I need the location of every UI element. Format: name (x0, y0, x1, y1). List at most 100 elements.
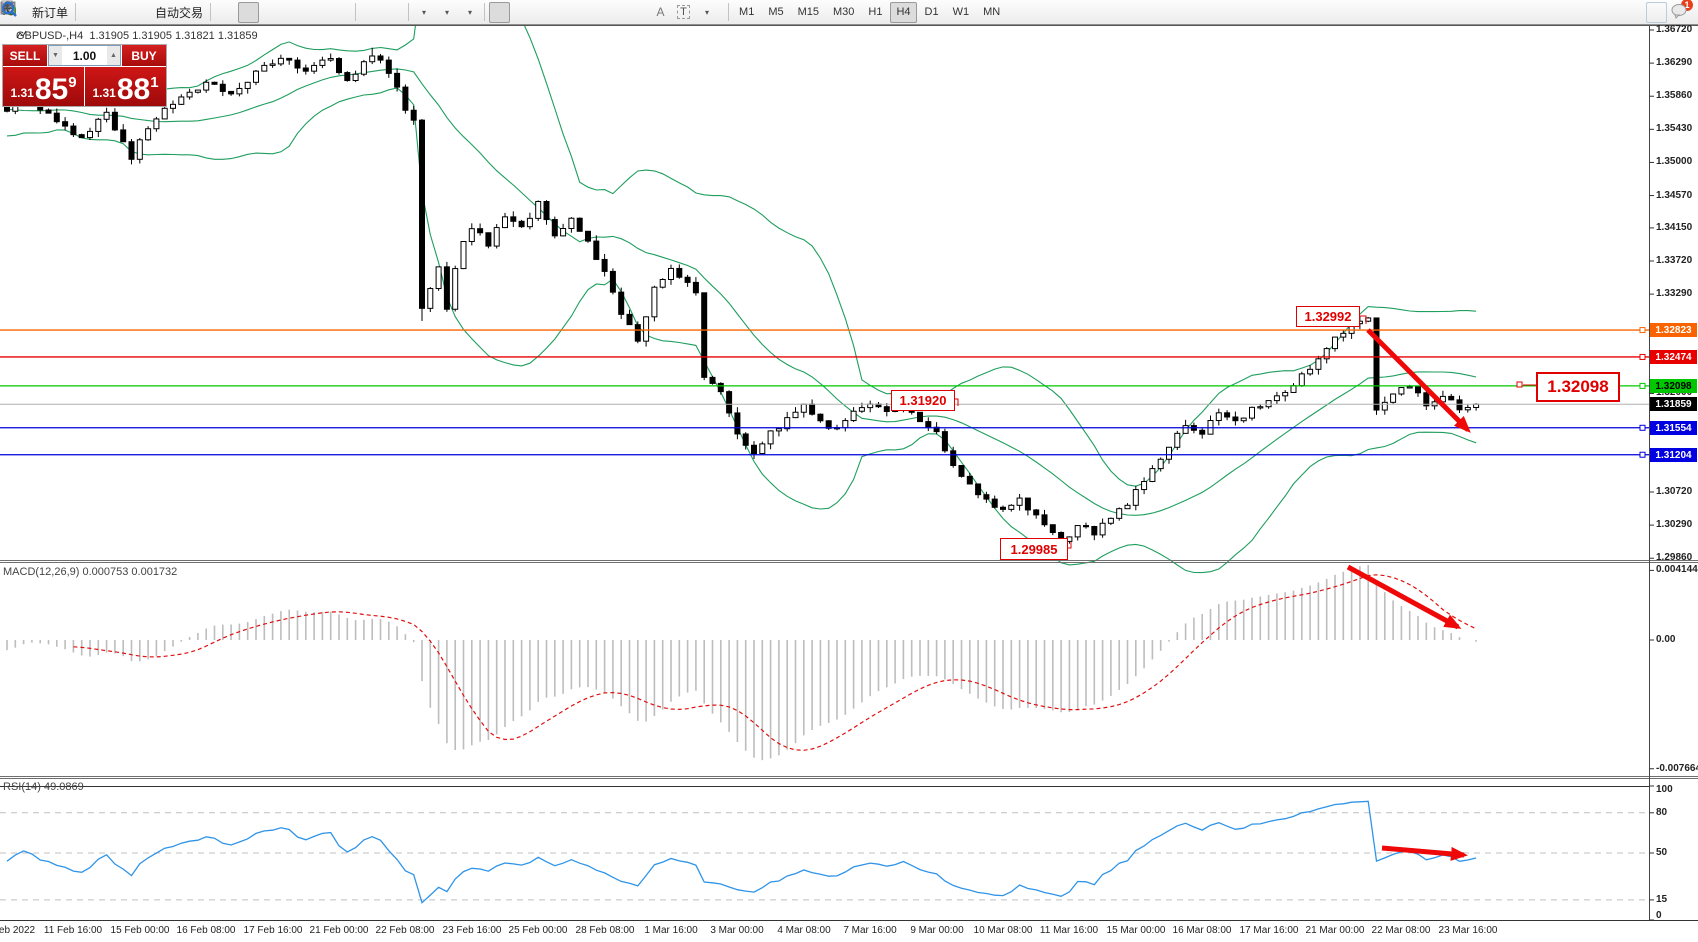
candle-body (967, 476, 972, 484)
time-tick-label: 3 Mar 00:00 (710, 925, 763, 936)
candle-body (1042, 515, 1047, 525)
auto-scroll-button[interactable] (360, 2, 381, 23)
candle-body (511, 217, 516, 221)
price-tick-label: 1.34150 (1656, 222, 1692, 233)
candle-body (1266, 401, 1271, 407)
toolbar: 新订单 自动交易 ▾ ▾ ▾ E F A T ▾ M (0, 0, 1698, 25)
tf-h4-button[interactable]: H4 (890, 2, 916, 23)
trend-arrow[interactable] (1348, 567, 1458, 627)
vline-button[interactable] (535, 2, 556, 23)
sell-price-prefix: 1.31 (10, 86, 33, 100)
line-anchor-marker[interactable] (1640, 328, 1645, 333)
candle-body (810, 404, 815, 414)
search-icon[interactable] (1646, 2, 1667, 23)
candle-body (801, 404, 806, 412)
callout-anchor-marker[interactable] (1517, 382, 1522, 387)
templates-button[interactable]: ▾ (459, 2, 480, 23)
tf-w1-button[interactable]: W1 (947, 2, 976, 23)
candle-body (627, 314, 632, 324)
price-callout-high[interactable]: 1.32992 (1296, 306, 1360, 327)
sell-button[interactable]: SELL (3, 45, 47, 66)
shapes-button[interactable]: ▾ (696, 2, 717, 23)
candle-body (992, 499, 997, 507)
candle-body (112, 112, 117, 130)
candle-body (1274, 396, 1279, 401)
bar-chart-button[interactable] (215, 2, 236, 23)
label-button[interactable]: T (673, 2, 694, 23)
rsi-tick-label: 100 (1656, 784, 1673, 795)
chart-shift-button[interactable] (383, 2, 404, 23)
price-tick-label: 1.35860 (1656, 90, 1692, 101)
candle-body (453, 269, 458, 310)
candle-body (71, 126, 76, 135)
hline-button[interactable] (558, 2, 579, 23)
tf-m15-button[interactable]: M15 (792, 2, 825, 23)
line-chart-button[interactable] (261, 2, 282, 23)
volume-down-icon[interactable]: ▼ (49, 46, 62, 65)
tf-d1-button[interactable]: D1 (919, 2, 945, 23)
buy-price-button[interactable]: 1.31 88 1 (85, 67, 166, 106)
zoom-out-button[interactable] (307, 2, 328, 23)
notifications-icon[interactable]: 1 (1669, 2, 1690, 23)
channel-button[interactable]: E (604, 2, 625, 23)
candle-body (1341, 333, 1346, 337)
tile-windows-button[interactable] (330, 2, 351, 23)
candle-body (793, 412, 798, 417)
time-tick-label: 11 Feb 16:00 (44, 925, 102, 936)
fibonacci-button[interactable]: F (627, 2, 648, 23)
candle-body (710, 377, 715, 383)
crosshair-button[interactable] (512, 2, 533, 23)
tf-m1-button[interactable]: M1 (733, 2, 760, 23)
line-anchor-marker[interactable] (1640, 383, 1645, 388)
cursor-button[interactable] (489, 2, 510, 23)
price-callout-mid[interactable]: 1.31920 (891, 390, 955, 411)
price-callout-low[interactable]: 1.29985 (1000, 538, 1068, 560)
trendline-button[interactable] (581, 2, 602, 23)
price-callout-current[interactable]: 1.32098 (1536, 372, 1620, 402)
autotrade-button[interactable]: 自动交易 (149, 2, 206, 23)
candle-body (428, 289, 433, 309)
toolbar-separator (484, 3, 485, 21)
buy-button[interactable]: BUY (122, 45, 166, 66)
line-anchor-marker[interactable] (1640, 354, 1645, 359)
sell-price-button[interactable]: 1.31 85 9 (3, 67, 84, 106)
rsi-label: RSI(14) 49.0869 (3, 781, 84, 793)
candle-body (179, 97, 184, 104)
line-anchor-marker[interactable] (1640, 452, 1645, 457)
volume-stepper: ▼ 1.00 ▲ (48, 45, 121, 66)
candle-body (212, 82, 217, 84)
candle-body (195, 90, 200, 92)
zoom-in-button[interactable] (284, 2, 305, 23)
indicators-button[interactable]: ▾ (413, 2, 434, 23)
signal-icon[interactable] (126, 2, 147, 23)
candle-body (337, 59, 342, 73)
periods-button[interactable]: ▾ (436, 2, 457, 23)
macd-tick-label: 0.004144 (1656, 564, 1698, 575)
text-button[interactable]: A (650, 2, 671, 23)
candle-body (652, 287, 657, 317)
terminal-icon[interactable] (103, 2, 124, 23)
candle-body (586, 231, 591, 241)
line-anchor-marker[interactable] (1640, 425, 1645, 430)
candle-body (544, 202, 549, 220)
candle-body (444, 267, 449, 309)
candle-body (1084, 526, 1089, 527)
candle-body (536, 202, 541, 219)
tf-h1-button[interactable]: H1 (862, 2, 888, 23)
candle-body (1025, 498, 1030, 510)
candle-body (644, 317, 649, 341)
tf-m5-button[interactable]: M5 (762, 2, 789, 23)
candle-body (743, 434, 748, 445)
tf-m30-button[interactable]: M30 (827, 2, 860, 23)
chart-canvas[interactable] (0, 0, 1698, 942)
favorites-icon[interactable] (80, 2, 101, 23)
volume-input[interactable]: 1.00 (62, 46, 107, 65)
new-order-button[interactable]: 新订单 (26, 2, 71, 23)
volume-up-icon[interactable]: ▲ (107, 46, 120, 65)
trend-arrow[interactable] (1368, 330, 1468, 430)
candle-body (785, 418, 790, 429)
tf-mn-button[interactable]: MN (977, 2, 1006, 23)
price-tick-label: 1.36720 (1656, 24, 1692, 35)
candlestick-chart-button[interactable] (238, 2, 259, 23)
candle-body (951, 451, 956, 466)
